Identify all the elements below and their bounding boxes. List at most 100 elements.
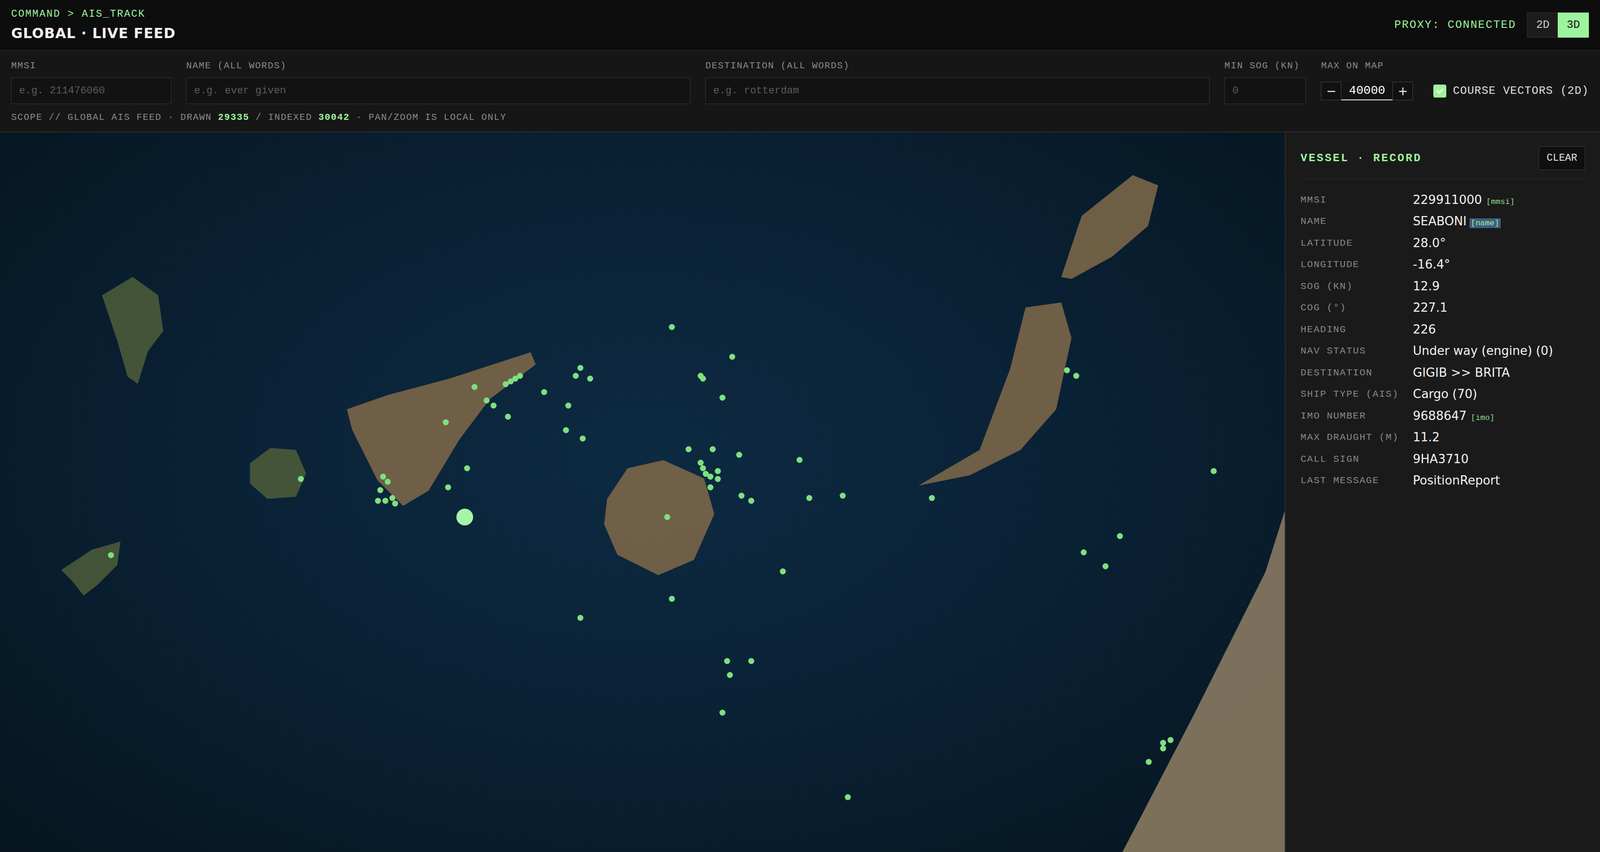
land-shape xyxy=(249,447,306,499)
land-shape xyxy=(1061,175,1159,279)
vessel-marker[interactable] xyxy=(565,402,572,409)
vessel-marker[interactable] xyxy=(663,513,670,521)
filter-input[interactable] xyxy=(11,77,172,105)
vessel-marker[interactable] xyxy=(806,494,813,501)
vessel-marker[interactable] xyxy=(107,552,114,559)
vessel-marker[interactable] xyxy=(707,483,714,490)
record-tag[interactable]: [mmsi] xyxy=(1484,196,1516,207)
vessel-marker[interactable] xyxy=(844,793,851,800)
vessel-marker[interactable] xyxy=(541,389,548,396)
record-row: COG (°)227.1 xyxy=(1300,297,1586,319)
vessel-marker[interactable] xyxy=(572,372,579,379)
vessel-marker[interactable] xyxy=(724,657,731,664)
record-value-cell: GIGIB >> BRITA xyxy=(1412,363,1586,382)
record-tag[interactable]: [name] xyxy=(1469,218,1501,228)
panel-title: VESSEL · RECORD xyxy=(1300,149,1422,167)
record-label: NAME xyxy=(1300,214,1413,229)
breadcrumb: COMMAND > AIS_TRACK xyxy=(11,6,176,22)
vessel-marker[interactable] xyxy=(736,451,743,458)
vessel-marker[interactable] xyxy=(748,497,755,504)
vessel-marker[interactable] xyxy=(714,467,721,474)
vessel-marker[interactable] xyxy=(1073,372,1080,379)
vessel-marker[interactable] xyxy=(685,446,692,453)
scope-text: SCOPE // GLOBAL AIS FEED · DRAWN xyxy=(11,111,212,123)
vessel-marker[interactable] xyxy=(748,657,755,664)
vessel-marker[interactable] xyxy=(779,568,786,575)
vessel-marker[interactable] xyxy=(517,372,524,379)
vessel-marker[interactable] xyxy=(579,435,586,442)
vessel-marker[interactable] xyxy=(391,500,398,507)
filter-input[interactable] xyxy=(705,77,1210,105)
vessel-marker[interactable] xyxy=(379,473,386,480)
course-vectors-checkbox[interactable] xyxy=(1433,84,1447,98)
vessel-marker[interactable] xyxy=(490,402,497,409)
vessel-marker[interactable] xyxy=(471,383,478,390)
vessel-marker[interactable] xyxy=(719,709,726,716)
land-shape xyxy=(1122,510,1285,852)
vessel-marker[interactable] xyxy=(726,671,733,678)
selected-vessel-marker[interactable] xyxy=(456,508,474,526)
vessel-marker[interactable] xyxy=(839,492,846,499)
record-value-cell: 227.1 xyxy=(1412,298,1586,317)
record-tag[interactable]: [imo] xyxy=(1469,412,1496,423)
vessel-marker[interactable] xyxy=(1102,562,1109,569)
record-label: SHIP TYPE (AIS) xyxy=(1300,386,1413,402)
decrement-button[interactable]: − xyxy=(1320,81,1342,101)
vessel-marker[interactable] xyxy=(669,595,676,602)
vessel-marker[interactable] xyxy=(1063,367,1070,374)
land-shape xyxy=(918,302,1072,486)
vessel-marker[interactable] xyxy=(1116,533,1123,540)
max-input[interactable] xyxy=(1341,81,1393,101)
vessel-marker[interactable] xyxy=(562,427,569,434)
scope-line: SCOPE // GLOBAL AIS FEED · DRAWN 29335 /… xyxy=(11,110,1589,125)
vessel-marker[interactable] xyxy=(1167,736,1174,743)
checkbox-label[interactable]: COURSE VECTORS (2D) xyxy=(1452,82,1589,100)
vessel-marker[interactable] xyxy=(442,418,449,425)
vessel-marker[interactable] xyxy=(1145,758,1152,765)
satellite-imagery xyxy=(0,132,1285,852)
vessel-marker[interactable] xyxy=(483,396,490,404)
land-shape xyxy=(604,459,715,575)
vessel-marker[interactable] xyxy=(669,323,676,330)
vessel-marker[interactable] xyxy=(719,394,726,401)
vessel-marker[interactable] xyxy=(796,456,803,463)
filter-field: MMSI xyxy=(11,58,172,105)
record-label: SOG (KN) xyxy=(1300,279,1413,294)
record-label: MAX DRAUGHT (M) xyxy=(1300,429,1413,445)
max-on-map: MAX ON MAP−+ xyxy=(1320,58,1413,105)
vessel-marker[interactable] xyxy=(586,375,593,382)
filter-input[interactable] xyxy=(1224,77,1307,105)
record-value: 11.2 xyxy=(1412,429,1440,444)
vessel-marker[interactable] xyxy=(298,475,305,482)
record-row: SOG (KN)12.9 xyxy=(1300,275,1586,298)
filter-input[interactable] xyxy=(186,77,691,105)
increment-button[interactable]: + xyxy=(1392,81,1413,101)
vessel-marker[interactable] xyxy=(929,494,936,501)
vessel-marker[interactable] xyxy=(738,492,745,499)
vessel-marker[interactable] xyxy=(709,446,716,453)
vessel-marker[interactable] xyxy=(577,364,584,371)
vessel-marker[interactable] xyxy=(700,375,707,382)
vessel-marker[interactable] xyxy=(382,497,389,504)
vessel-marker[interactable] xyxy=(375,497,382,504)
vessel-marker[interactable] xyxy=(384,478,391,485)
vessel-marker[interactable] xyxy=(577,614,584,621)
vessel-marker[interactable] xyxy=(505,413,512,420)
view-mode-button[interactable]: 2D xyxy=(1527,12,1559,38)
record-row: SHIP TYPE (AIS)Cargo (70) xyxy=(1300,383,1586,406)
vessel-marker[interactable] xyxy=(728,353,735,360)
vessel-marker[interactable] xyxy=(377,486,384,493)
record-value-cell: Cargo (70) xyxy=(1412,384,1586,404)
clear-button[interactable]: CLEAR xyxy=(1538,146,1586,170)
map[interactable] xyxy=(0,132,1285,852)
vessel-marker[interactable] xyxy=(714,475,721,482)
record-label: NAV STATUS xyxy=(1300,343,1413,359)
vessel-marker[interactable] xyxy=(1160,744,1167,751)
record-value: 9HA3710 xyxy=(1412,451,1469,466)
vessel-marker[interactable] xyxy=(1210,467,1217,474)
vessel-marker[interactable] xyxy=(707,473,714,480)
view-mode-button[interactable]: 3D xyxy=(1557,12,1589,38)
vessel-marker[interactable] xyxy=(1080,549,1087,556)
vessel-marker[interactable] xyxy=(444,483,451,490)
vessel-marker[interactable] xyxy=(464,465,471,472)
